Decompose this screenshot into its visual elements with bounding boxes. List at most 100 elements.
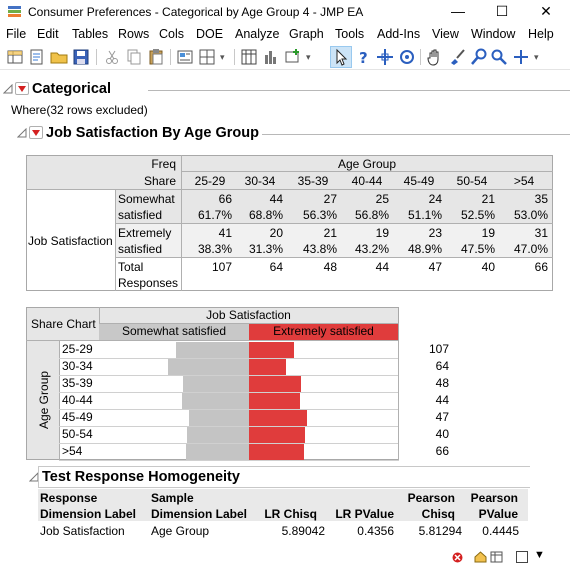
outline-rule <box>148 90 570 91</box>
new-script-icon[interactable] <box>28 48 46 66</box>
cut-icon[interactable] <box>103 48 121 66</box>
share-cell: 56.3% <box>302 208 337 222</box>
open-folder-icon[interactable] <box>50 48 68 66</box>
paste-icon[interactable] <box>147 48 165 66</box>
hand-tool-icon[interactable] <box>426 48 444 66</box>
menu-window[interactable]: Window <box>471 27 515 41</box>
red-triangle-menu-icon[interactable] <box>15 82 29 95</box>
age-group-label: 35-39 <box>62 376 93 390</box>
chart-divider <box>26 340 399 341</box>
help-tool-icon[interactable]: ? <box>354 48 372 66</box>
menu-help[interactable]: Help <box>528 27 554 41</box>
window-list-icon[interactable] <box>516 551 528 563</box>
freq-cell: 27 <box>323 192 337 206</box>
toolbar-overflow-icon[interactable]: ▾ <box>534 52 552 70</box>
age-group-label: 30-34 <box>62 359 93 373</box>
maximize-button[interactable]: ☐ <box>480 0 524 24</box>
column-header: 40-44 <box>351 174 383 188</box>
freq-cell: 23 <box>428 226 442 240</box>
home-icon[interactable] <box>474 551 487 563</box>
minimize-button[interactable]: — <box>436 0 480 24</box>
share-label: Share <box>143 174 176 188</box>
bar-extremely-satisfied <box>249 427 306 443</box>
menu-doe[interactable]: DOE <box>196 27 223 41</box>
pearson-chisq-value: 5.81294 <box>418 524 462 538</box>
bar-somewhat-satisfied <box>182 376 249 392</box>
arrow-tool-icon[interactable] <box>332 48 350 66</box>
bar-somewhat-satisfied <box>181 393 249 409</box>
freq-cell: 41 <box>218 226 232 240</box>
data-table-list-icon[interactable] <box>240 48 258 66</box>
distribution-icon[interactable] <box>262 48 280 66</box>
journal-icon[interactable] <box>176 48 194 66</box>
toolbar-overflow-icon[interactable]: ▾ <box>306 52 324 70</box>
share-cell: 48.9% <box>407 242 442 256</box>
plus-tool-icon[interactable] <box>512 48 530 66</box>
magnifier-tool-icon[interactable] <box>490 48 508 66</box>
menu-tables[interactable]: Tables <box>72 27 108 41</box>
job-satisfaction-row-header: Job Satisfaction <box>28 234 113 248</box>
collapse-disclosure-icon[interactable] <box>3 84 13 94</box>
total-cell: 107 <box>211 260 232 274</box>
red-triangle-menu-icon[interactable] <box>29 126 43 139</box>
menu-graph[interactable]: Graph <box>289 27 324 41</box>
crosshair-tool-icon[interactable] <box>376 48 394 66</box>
data-table-icon[interactable] <box>490 551 503 563</box>
row-label: satisfied <box>118 242 163 256</box>
total-label: 40 <box>435 427 449 441</box>
jmp-app-icon <box>8 6 21 17</box>
age-group-label: >54 <box>62 444 83 458</box>
col-header: LR Chisq <box>264 507 317 521</box>
total-label: 107 <box>428 342 449 356</box>
menu-bar: File Edit Tables Rows Cols DOE Analyze G… <box>0 25 570 44</box>
error-icon[interactable] <box>452 552 463 563</box>
status-bar: ▼ <box>0 549 570 564</box>
toolbar-overflow-icon[interactable]: ▾ <box>220 52 238 70</box>
bar-somewhat-satisfied <box>186 444 249 460</box>
homogeneity-title: Test Response Homogeneity <box>42 469 240 485</box>
brush-tool-icon[interactable] <box>448 48 466 66</box>
collapse-disclosure-icon[interactable] <box>17 128 27 138</box>
layout-icon[interactable] <box>198 48 216 66</box>
zoom-tool-icon[interactable] <box>470 48 488 66</box>
column-header: 25-29 <box>194 174 226 188</box>
menu-cols[interactable]: Cols <box>159 27 184 41</box>
sample-dimension-value: Age Group <box>151 524 210 538</box>
freq-cell: 21 <box>481 192 495 206</box>
menu-edit[interactable]: Edit <box>37 27 59 41</box>
share-chart-label: Share Chart <box>31 317 96 331</box>
menu-add-ins[interactable]: Add-Ins <box>377 27 420 41</box>
share-cell: 38.3% <box>197 242 232 256</box>
row-label: Total <box>118 260 144 274</box>
lasso-tool-icon[interactable] <box>398 48 416 66</box>
menu-tools[interactable]: Tools <box>335 27 364 41</box>
col-header: Dimension Label <box>151 507 248 521</box>
add-graph-icon[interactable] <box>284 48 302 66</box>
menu-view[interactable]: View <box>432 27 459 41</box>
title-bar: Consumer Preferences - Categorical by Ag… <box>0 0 570 24</box>
new-data-table-icon[interactable] <box>6 48 24 66</box>
status-dropdown-icon[interactable]: ▼ <box>534 549 545 561</box>
row-label: Somewhat <box>118 192 175 206</box>
menu-rows[interactable]: Rows <box>118 27 149 41</box>
close-button[interactable]: ✕ <box>524 0 568 24</box>
share-cell: 43.2% <box>354 242 389 256</box>
menu-file[interactable]: File <box>6 27 26 41</box>
report-title: Categorical <box>32 81 111 97</box>
window-title: Consumer Preferences - Categorical by Ag… <box>28 5 364 19</box>
total-label: 64 <box>435 359 449 373</box>
col-header: PValue <box>478 507 518 521</box>
share-cell: 56.8% <box>354 208 389 222</box>
column-header: 35-39 <box>297 174 329 188</box>
response-dimension-value: Job Satisfaction <box>40 524 125 538</box>
col-header: Pearson <box>470 491 518 505</box>
total-label: 44 <box>435 393 449 407</box>
table-divider <box>115 189 116 291</box>
share-cell: 52.5% <box>460 208 495 222</box>
share-cell: 31.3% <box>248 242 283 256</box>
menu-analyze[interactable]: Analyze <box>235 27 279 41</box>
save-icon[interactable] <box>72 48 90 66</box>
col-header: Sample <box>151 491 194 505</box>
copy-icon[interactable] <box>125 48 143 66</box>
bar-extremely-satisfied <box>249 410 307 426</box>
